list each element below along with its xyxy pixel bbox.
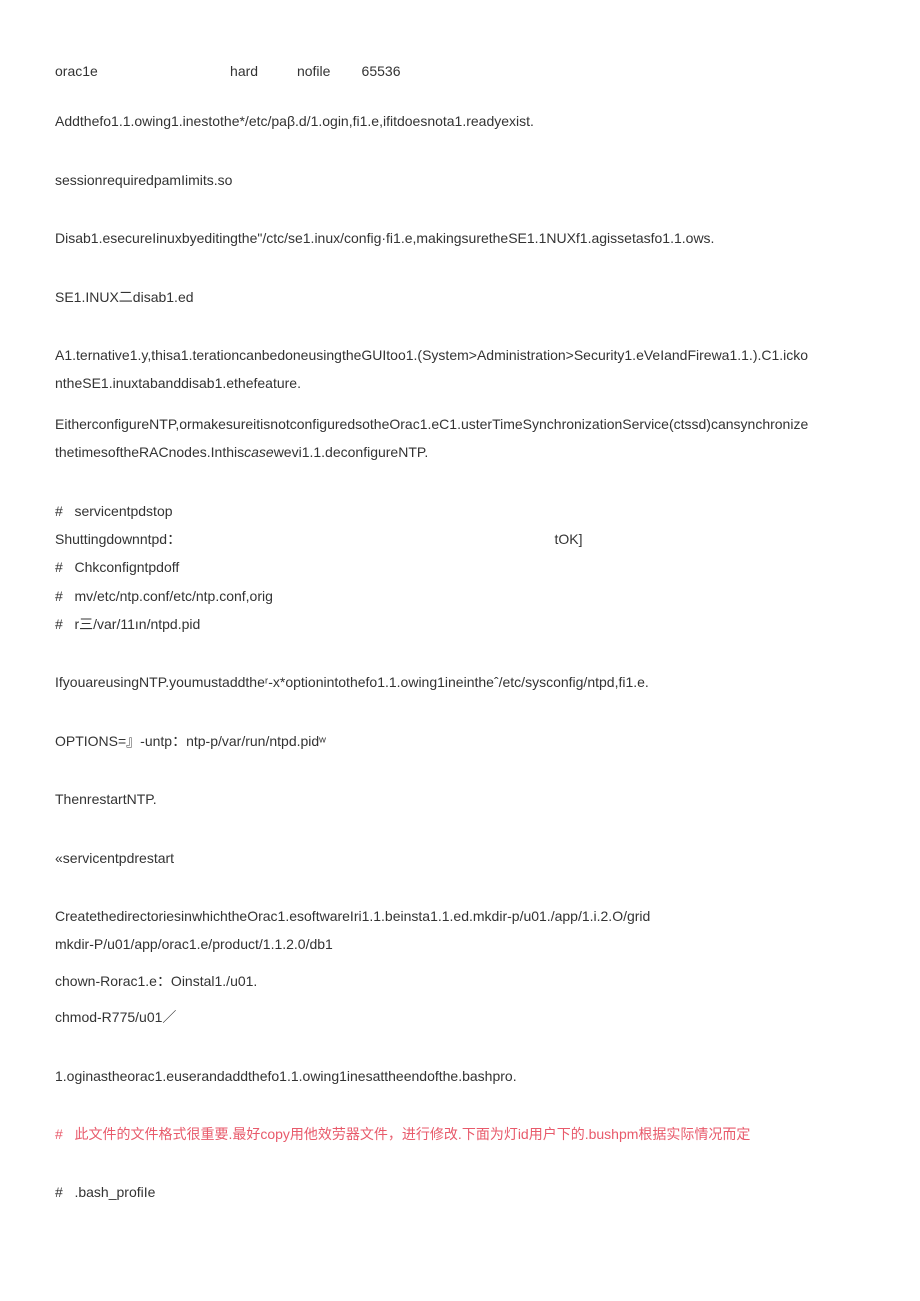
ntp-line2-prefix: thetimesoftheRACnodes.Inthis xyxy=(55,444,244,460)
ntp-options-line: OPTIONS=』-untp：ntp-p/var/run/ntpd.pidʷ xyxy=(55,730,865,752)
cmd-service-ntpd-stop: servicentpdstop xyxy=(55,500,865,522)
ntp-paragraph: EitherconfigureNTP,ormakesureitisnotconf… xyxy=(55,413,865,464)
cmd-chkconfig-ntpd-off: Chkconfigntpdoff xyxy=(55,556,865,578)
chmod-line: chmod-R775/u01／ xyxy=(55,1006,865,1028)
selinux-gui-line1: A1.ternative1.y,thisa1.terationcanbedone… xyxy=(55,344,865,366)
ntp-x-option-instruction: IfyouareusingNTP.youmustaddtheʳ-x*option… xyxy=(55,671,865,693)
ntp-line2: thetimesoftheRACnodes.Inthiscasewevi1.1.… xyxy=(55,441,865,463)
cmd-text: r三/var/11ın/ntpd.pid xyxy=(74,616,200,632)
mkdir-paragraph: CreatethedirectoriesinwhichtheOrac1.esof… xyxy=(55,905,865,956)
limits-line: orac1e hard nofile 65536 xyxy=(55,60,865,82)
mkdir-line2: mkdir-P/u01/app/orac1.e/product/1.1.2.0/… xyxy=(55,933,865,955)
login-bashpro-instruction: 1.oginastheorac1.euserandaddthefo1.1.owi… xyxy=(55,1065,865,1087)
pam-login-instruction: Addthefo1.1.owing1.inestothe*/etc/paβ.d/… xyxy=(55,110,865,132)
highlight-text: 此文件的文件格式很重要.最好copy用他效劳器文件，进行修改.下面为灯id用户下… xyxy=(74,1126,750,1142)
selinux-gui-paragraph: A1.ternative1.y,thisa1.terationcanbedone… xyxy=(55,344,865,395)
ntp-line2-italic: case xyxy=(244,444,274,460)
ntp-line1: EitherconfigureNTP,ormakesureitisnotconf… xyxy=(55,413,865,435)
cmd-text: Chkconfigntpdoff xyxy=(74,559,179,575)
cmd-service-ntpd-restart: «servicentpdrestart xyxy=(55,847,865,869)
cmd-rm-ntpd-pid: r三/var/11ın/ntpd.pid xyxy=(55,613,865,635)
selinux-gui-line2: ntheSE1.inuxtabanddisab1.ethefeature. xyxy=(55,372,865,394)
cmd-text: mv/etc/ntp.conf/etc/ntp.conf,orig xyxy=(74,588,272,604)
session-required-line: sessionrequiredpamIimits.so xyxy=(55,169,865,191)
mkdir-line1: CreatethedirectoriesinwhichtheOrac1.esof… xyxy=(55,905,865,927)
selinux-config-line: SE1.INUX二disab1.ed xyxy=(55,286,865,308)
ntp-line2-suffix: wevi1.1.deconfigureNTP. xyxy=(274,444,429,460)
selinux-disable-instruction: Disab1.esecureIinuxbyeditingthe"/ctc/se1… xyxy=(55,227,865,249)
cmd-mv-ntp-conf: mv/etc/ntp.conf/etc/ntp.conf,orig xyxy=(55,585,865,607)
ntpd-shutdown-output: Shuttingdownntpd： tOK] xyxy=(55,528,865,550)
chown-line: chown-Rorac1.e：Oinstal1./u01. xyxy=(55,970,865,992)
bash-profile-header: .bash_profiIe xyxy=(55,1181,865,1203)
cmd-text: servicentpdstop xyxy=(74,503,172,519)
chinese-note-highlighted: 此文件的文件格式很重要.最好copy用他效劳器文件，进行修改.下面为灯id用户下… xyxy=(55,1123,865,1145)
cmd-text: .bash_profiIe xyxy=(74,1184,155,1200)
restart-ntp-instruction: ThenrestartNTP. xyxy=(55,788,865,810)
